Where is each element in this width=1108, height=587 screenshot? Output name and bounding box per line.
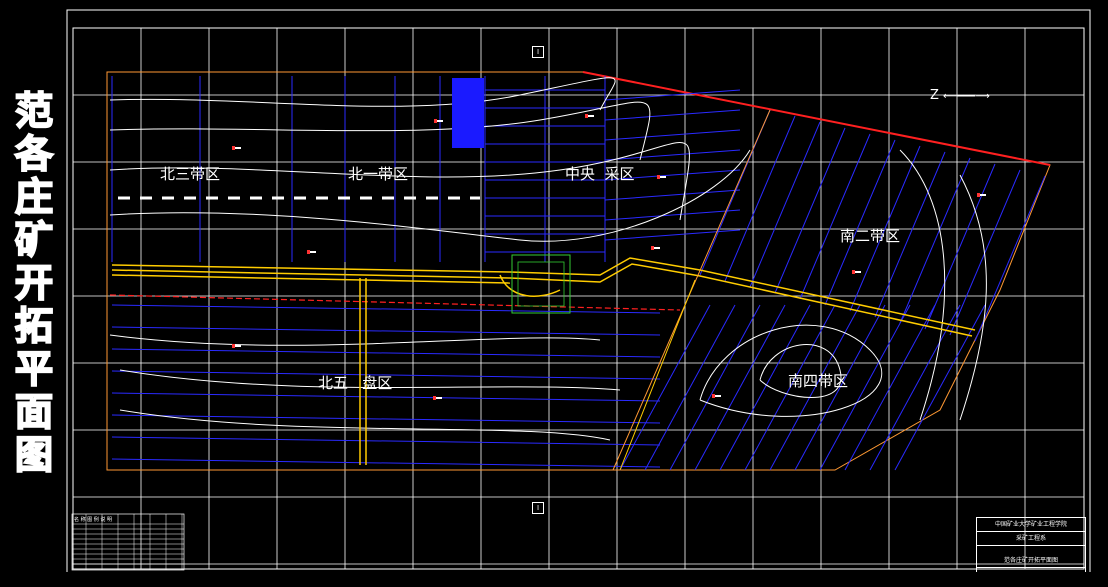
panel-line: [899, 157, 971, 324]
section-marker-top: I: [532, 46, 544, 58]
contour-line: [959, 174, 987, 421]
panel-line: [111, 458, 661, 468]
shaft-yard: [511, 254, 571, 314]
borehole-mark: [232, 146, 235, 150]
inner-frame: [72, 27, 1085, 570]
title-block-dept: 采矿工程系: [977, 532, 1085, 546]
title-char: 矿: [14, 218, 54, 263]
title-char: 范: [14, 89, 54, 134]
borehole-mark: [977, 193, 980, 197]
panel-line: [749, 121, 821, 288]
zone-label-south2: 南二带区: [840, 227, 901, 245]
title-char: 开: [14, 261, 54, 306]
panel-line: [619, 304, 711, 471]
contour-line: [109, 77, 616, 111]
panel-line: [604, 149, 741, 161]
panel-line: [111, 436, 661, 446]
panel-line: [824, 139, 896, 306]
borehole-mark: [307, 250, 310, 254]
panel-line: [604, 129, 741, 141]
borehole-mark: [585, 114, 588, 118]
borehole-mark: [433, 396, 436, 400]
panel-line: [799, 133, 871, 300]
borehole-mark: [651, 246, 654, 250]
zone-label-south4: 南四带区: [788, 372, 849, 390]
legend-table-header: 名 称 图 例 说 明: [74, 516, 182, 523]
title-block: 中国矿业大学矿业工程学院 采矿工程系 范各庄矿开拓平面图: [976, 517, 1086, 573]
mine-boundary: [106, 71, 1051, 471]
borehole-mark: [232, 344, 235, 348]
contour-line: [109, 101, 651, 161]
title-char: 图: [14, 433, 54, 478]
panel-line: [604, 229, 741, 241]
panel-line: [604, 109, 741, 121]
seam-contours: [109, 77, 987, 441]
panel-line: [724, 115, 796, 282]
contour-line: [899, 149, 946, 421]
contour-line: [109, 334, 601, 346]
panel-line: [111, 304, 661, 314]
borehole-mark: [712, 394, 715, 398]
fault-line-north: [582, 71, 1051, 166]
coordinate-grid: [73, 28, 1084, 569]
panel-line: [774, 127, 846, 294]
north-arrow: Z ⟵━━━⟶: [930, 88, 990, 103]
contour-line: [119, 409, 611, 441]
main-roadways: [111, 257, 976, 465]
panel-line: [844, 304, 936, 471]
zone-label-north5: 北五 盘区: [318, 374, 393, 392]
panel-line: [644, 304, 736, 471]
panel-line: [111, 348, 661, 358]
panel-line: [604, 189, 741, 201]
borehole-mark: [434, 119, 437, 123]
borehole-mark: [852, 270, 855, 274]
title-block-school: 中国矿业大学矿业工程学院: [977, 518, 1085, 532]
mined-out-block: [452, 78, 484, 148]
zone-label-central: 中央 采区: [565, 165, 635, 183]
panel-line: [669, 304, 761, 471]
panel-line: [111, 414, 661, 424]
title-char: 各: [14, 132, 54, 177]
north-arrow-label: Z: [930, 88, 939, 103]
zone-divider-2: [619, 279, 696, 471]
title-char: 面: [14, 390, 54, 435]
title-char: 平: [14, 347, 54, 392]
title-char: 庄: [14, 175, 54, 220]
panel-line: [111, 326, 661, 336]
panel-line: [604, 209, 741, 221]
title-block-drawing-name: 范各庄矿开拓平面图: [977, 554, 1085, 568]
panel-line: [111, 392, 661, 402]
title-char: 拓: [14, 304, 54, 349]
zone-label-north1: 北一带区: [348, 165, 409, 183]
shaft-yard-inner: [517, 261, 565, 307]
section-marker-bottom: I: [532, 502, 544, 514]
fault-line-main: [109, 294, 681, 311]
cad-status-strip: [0, 572, 1108, 587]
panel-line: [924, 163, 996, 330]
legend-header-text: 名 称 图 例 说 明: [74, 517, 112, 523]
borehole-mark: [657, 175, 660, 179]
north-arrow-icon: ⟵━━━⟶: [943, 91, 990, 102]
zone-label-north3: 北三带区: [160, 165, 221, 183]
vertical-title: 范 各 庄 矿 开 拓 平 面 图: [8, 89, 60, 478]
